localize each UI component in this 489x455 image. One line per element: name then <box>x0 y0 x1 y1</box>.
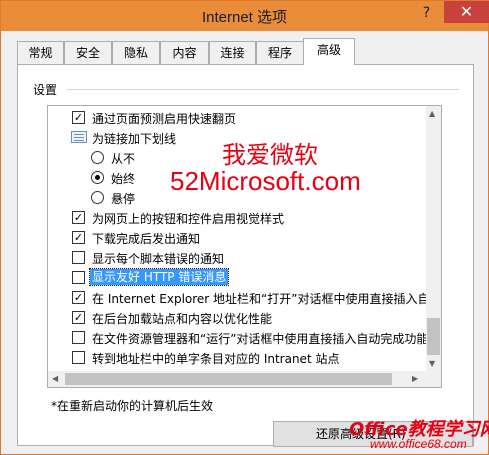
tab-connections[interactable]: 连接 <box>209 41 256 64</box>
tab-advanced[interactable]: 高级 <box>303 38 355 65</box>
close-button[interactable]: ✕ <box>444 1 489 23</box>
checkbox[interactable]: ✓ <box>72 231 85 244</box>
list-item-label: 下载完成后发出通知 <box>92 232 201 246</box>
list-item-label: 显示友好 HTTP 错误消息 <box>88 268 230 286</box>
radio-button[interactable] <box>91 171 104 184</box>
scroll-right-icon[interactable]: ▶ <box>412 374 418 383</box>
checkbox[interactable]: ✓ <box>72 111 85 124</box>
overlay-text-line2: 52Microsoft.com <box>170 166 361 196</box>
list-item-label: 在后台加载站点和内容以优化性能 <box>92 312 273 326</box>
settings-category-icon <box>71 131 87 143</box>
list-item-label: 悬停 <box>111 192 136 206</box>
list-item-label: 显示每个脚本错误的通知 <box>92 252 225 266</box>
tab-programs[interactable]: 程序 <box>256 41 304 64</box>
help-button[interactable]: ? <box>413 2 440 24</box>
list-item-label: 在文件资源管理器和“运行”对话框中使用直接插入自动完成功能 <box>92 332 429 346</box>
scroll-left-icon[interactable]: ◀ <box>52 374 58 383</box>
checkbox[interactable]: ✓ <box>72 311 85 324</box>
internet-options-dialog: Internet 选项 ? ✕ 常规 安全 隐私 内容 连接 程序 高级 设置 … <box>0 0 489 455</box>
restart-note: *在重新启动你的计算机后生效 <box>51 399 214 413</box>
list-item-label: 在 Internet Explorer 地址栏和“打开”对话框中使用直接插入自 <box>92 292 430 306</box>
list-item-label: 从不 <box>111 152 136 166</box>
radio-button[interactable] <box>91 191 104 204</box>
vertical-scroll-thumb[interactable] <box>427 318 440 355</box>
list-item-label: 通过页面预测启用快速翻页 <box>92 112 237 126</box>
list-item-label: 始终 <box>111 172 136 186</box>
scroll-up-icon[interactable]: ▲ <box>429 109 435 118</box>
list-item-label: 为链接加下划线 <box>92 132 177 146</box>
watermark-url: www.office68.com <box>370 437 467 451</box>
checkbox[interactable]: ✓ <box>72 211 85 224</box>
settings-group-label: 设置 <box>33 83 58 97</box>
tab-privacy[interactable]: 隐私 <box>112 41 160 64</box>
checkbox[interactable]: ✓ <box>72 291 85 304</box>
checkbox[interactable] <box>72 271 85 284</box>
tab-general[interactable]: 常规 <box>17 41 64 64</box>
list-item-label: 转到地址栏中的单字条目对应的 Intranet 站点 <box>92 352 340 366</box>
title-bar[interactable]: Internet 选项 ? ✕ <box>1 1 489 31</box>
overlay-text-line1: 我爱微软 <box>222 141 318 169</box>
horizontal-scroll-thumb[interactable] <box>65 373 392 385</box>
list-item-label: 为网页上的按钮和控件启用视觉样式 <box>92 212 285 226</box>
horizontal-scrollbar[interactable]: ◀ ▶ <box>48 371 426 387</box>
vertical-scrollbar[interactable]: ▲ ▼ <box>426 106 441 387</box>
checkbox[interactable] <box>72 251 85 264</box>
scrollbar-corner <box>426 371 441 387</box>
tab-security[interactable]: 安全 <box>64 41 112 64</box>
checkbox[interactable] <box>72 331 85 344</box>
checkbox[interactable] <box>72 351 85 364</box>
group-divider <box>67 89 459 90</box>
radio-button[interactable] <box>91 151 104 164</box>
tab-content[interactable]: 内容 <box>160 41 209 64</box>
scroll-down-icon[interactable]: ▼ <box>429 359 435 368</box>
